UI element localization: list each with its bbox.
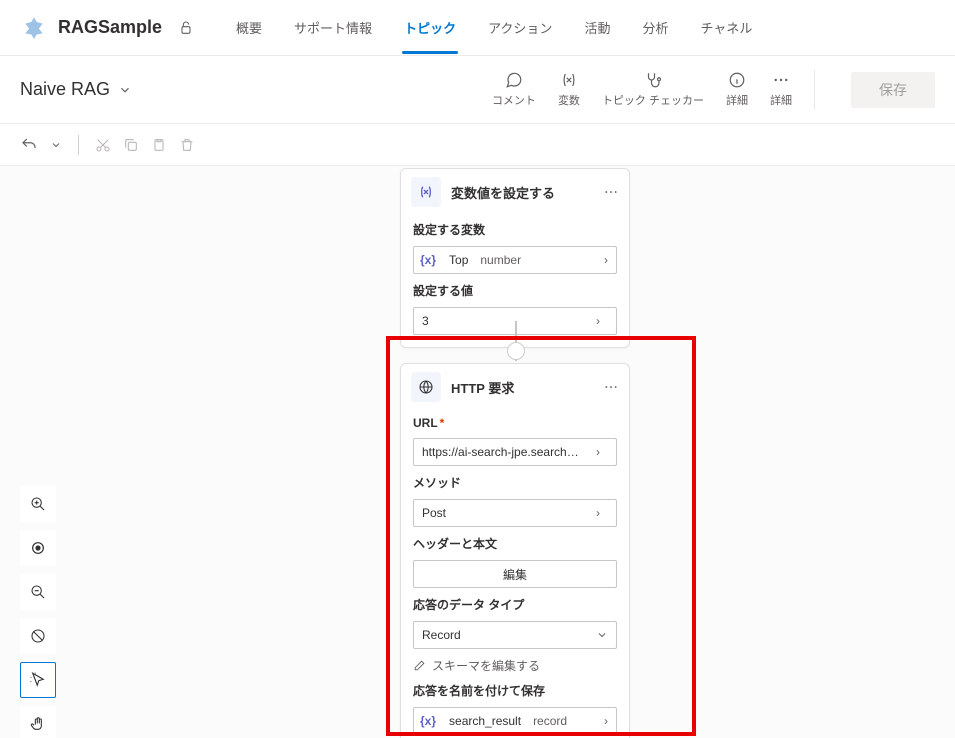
- variable-token-icon: {x}: [414, 253, 442, 267]
- variable-token-icon: {x}: [414, 714, 442, 728]
- nav-actions[interactable]: アクション: [472, 2, 568, 53]
- chevron-right-icon: ›: [596, 253, 616, 267]
- chevron-right-icon: ›: [588, 314, 608, 328]
- variable-name: Top: [442, 253, 474, 267]
- breadcrumb[interactable]: Naive RAG: [20, 79, 132, 100]
- cmd-comments[interactable]: コメント: [492, 71, 536, 108]
- nav-channels[interactable]: チャネル: [684, 2, 768, 53]
- variable-picker[interactable]: {x} Top number ›: [413, 246, 617, 274]
- cmd-variables[interactable]: 変数: [558, 71, 580, 108]
- node-title: 変数値を設定する: [451, 183, 593, 202]
- datatype-select[interactable]: Record: [413, 621, 617, 649]
- top-nav: 概要 サポート情報 トピック アクション 活動 分析 チャネル: [220, 2, 768, 53]
- variable-type: number: [474, 253, 596, 267]
- save-button[interactable]: 保存: [851, 72, 935, 108]
- stethoscope-icon: [644, 71, 662, 89]
- method-select[interactable]: Post ›: [413, 499, 617, 527]
- undo-button[interactable]: [20, 136, 38, 154]
- node-more-button[interactable]: [603, 379, 619, 395]
- more-horizontal-icon: [772, 71, 790, 89]
- chevron-right-icon: ›: [596, 714, 616, 728]
- comment-icon: [505, 71, 523, 89]
- chevron-down-icon: [596, 629, 608, 641]
- cmd-more[interactable]: 詳細: [770, 71, 792, 108]
- nav-topics[interactable]: トピック: [388, 2, 472, 53]
- chevron-right-icon: ›: [588, 445, 608, 459]
- select-tool-button[interactable]: [20, 662, 56, 698]
- app-name: RAGSample: [58, 17, 162, 38]
- command-bar: Naive RAG コメント 変数 トピック チェッカー 詳細 詳細 保存: [0, 56, 955, 124]
- node-more-button[interactable]: [603, 184, 619, 200]
- saveas-label: 応答を名前を付けて保存: [413, 682, 617, 699]
- chevron-down-icon: [118, 83, 132, 97]
- minimap-button[interactable]: [20, 618, 56, 654]
- url-input[interactable]: https://ai-search-jpe.search.windows.n..…: [413, 438, 617, 466]
- canvas[interactable]: 変数値を設定する 設定する変数 {x} Top number › 設定する値 3…: [0, 166, 955, 738]
- zoom-out-button[interactable]: [20, 574, 56, 610]
- lock-icon[interactable]: [178, 20, 194, 36]
- zoom-in-button[interactable]: [20, 486, 56, 522]
- copy-button[interactable]: [123, 137, 139, 153]
- cut-button[interactable]: [95, 137, 111, 153]
- app-header: RAGSample 概要 サポート情報 トピック アクション 活動 分析 チャネ…: [0, 0, 955, 56]
- response-variable-picker[interactable]: {x} search_result record ›: [413, 707, 617, 735]
- globe-icon: [411, 372, 441, 402]
- canvas-tools: [20, 486, 56, 738]
- delete-button[interactable]: [179, 137, 195, 153]
- variable-icon: [411, 177, 441, 207]
- nav-support[interactable]: サポート情報: [278, 2, 388, 53]
- nav-analytics[interactable]: 分析: [626, 2, 684, 53]
- chevron-down-icon[interactable]: [50, 139, 62, 151]
- edit-headers-button[interactable]: 編集: [413, 560, 617, 588]
- edit-schema-link[interactable]: スキーマを編集する: [413, 657, 617, 674]
- add-node-button[interactable]: [507, 342, 525, 360]
- variable-icon: [560, 71, 578, 89]
- set-var-label: 設定する変数: [413, 221, 617, 238]
- pencil-icon: [413, 659, 426, 672]
- nav-overview[interactable]: 概要: [220, 2, 278, 53]
- nav-activity[interactable]: 活動: [568, 2, 626, 53]
- edit-toolbar: [0, 124, 955, 166]
- method-label: メソッド: [413, 474, 617, 491]
- pan-tool-button[interactable]: [20, 706, 56, 738]
- cmd-details[interactable]: 詳細: [726, 71, 748, 108]
- app-logo-icon: [20, 14, 48, 42]
- headers-label: ヘッダーと本文: [413, 535, 617, 552]
- paste-button[interactable]: [151, 137, 167, 153]
- set-value-label: 設定する値: [413, 282, 617, 299]
- chevron-right-icon: ›: [588, 506, 608, 520]
- response-var-name: search_result: [442, 714, 527, 728]
- fit-button[interactable]: [20, 530, 56, 566]
- datatype-label: 応答のデータ タイプ: [413, 596, 617, 613]
- http-request-node[interactable]: HTTP 要求 URL* https://ai-search-jpe.searc…: [400, 363, 630, 738]
- info-icon: [728, 71, 746, 89]
- node-title: HTTP 要求: [451, 378, 593, 397]
- divider: [78, 135, 79, 155]
- response-var-type: record: [527, 714, 596, 728]
- cmd-topic-checker[interactable]: トピック チェッカー: [602, 71, 704, 108]
- url-label: URL*: [413, 416, 617, 430]
- breadcrumb-title: Naive RAG: [20, 79, 110, 100]
